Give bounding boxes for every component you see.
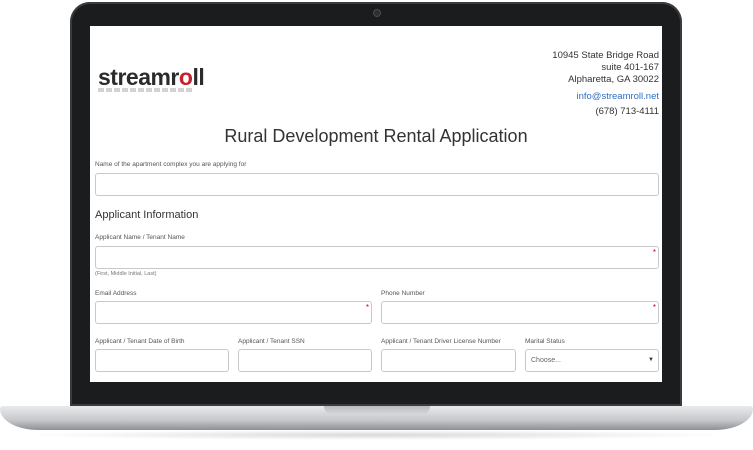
applicant-name-label: Applicant Name / Tenant Name bbox=[95, 234, 185, 241]
required-marker: * bbox=[365, 303, 369, 312]
phone-label: Phone Number bbox=[381, 290, 425, 297]
apartment-complex-input[interactable] bbox=[95, 173, 659, 196]
streamroll-logo: streamroll bbox=[98, 64, 205, 91]
license-label: Applicant / Tenant Driver License Number bbox=[381, 338, 501, 345]
logo-text-main: streamr bbox=[98, 64, 179, 90]
ssn-input[interactable] bbox=[238, 349, 372, 372]
marital-selected-value: Choose... bbox=[531, 357, 561, 364]
marital-status-select[interactable]: Choose... ▼ bbox=[525, 349, 659, 372]
license-input[interactable] bbox=[381, 349, 516, 372]
laptop-notch bbox=[324, 406, 430, 415]
phone-text: (678) 713-4111 bbox=[595, 106, 659, 117]
required-marker: * bbox=[652, 248, 656, 257]
section-title: Applicant Information bbox=[95, 209, 199, 221]
logo-text-end: ll bbox=[192, 64, 205, 90]
dob-input[interactable] bbox=[95, 349, 229, 372]
laptop-shadow bbox=[20, 430, 733, 440]
logo-pin-letter: o bbox=[178, 64, 193, 90]
marital-label: Marital Status bbox=[525, 338, 565, 345]
contact-block: 10945 State Bridge Road suite 401-167 Al… bbox=[552, 50, 659, 118]
camera-icon bbox=[374, 10, 380, 16]
email-label: Email Address bbox=[95, 290, 137, 297]
address-line-2: suite 401-167 bbox=[601, 62, 659, 73]
address-line-3: Alpharetta, GA 30022 bbox=[568, 74, 659, 85]
dob-label: Applicant / Tenant Date of Birth bbox=[95, 338, 185, 345]
required-marker: * bbox=[652, 303, 656, 312]
address-line-1: 10945 State Bridge Road bbox=[552, 50, 659, 61]
form-title: Rural Development Rental Application bbox=[224, 126, 528, 146]
screen: streamroll 10945 State Bridge Road suite… bbox=[90, 26, 662, 382]
chevron-down-icon: ▼ bbox=[648, 357, 654, 363]
phone-input[interactable]: * bbox=[381, 301, 659, 324]
applicant-name-input[interactable]: * bbox=[95, 246, 659, 269]
email-link[interactable]: info@streamroll.net bbox=[552, 91, 659, 103]
ssn-label: Applicant / Tenant SSN bbox=[238, 338, 305, 345]
email-input[interactable]: * bbox=[95, 301, 372, 324]
complex-label: Name of the apartment complex you are ap… bbox=[95, 161, 247, 168]
logo-tagline bbox=[98, 88, 194, 92]
applicant-name-hint: (First, Middle Initial, Last) bbox=[95, 271, 157, 277]
